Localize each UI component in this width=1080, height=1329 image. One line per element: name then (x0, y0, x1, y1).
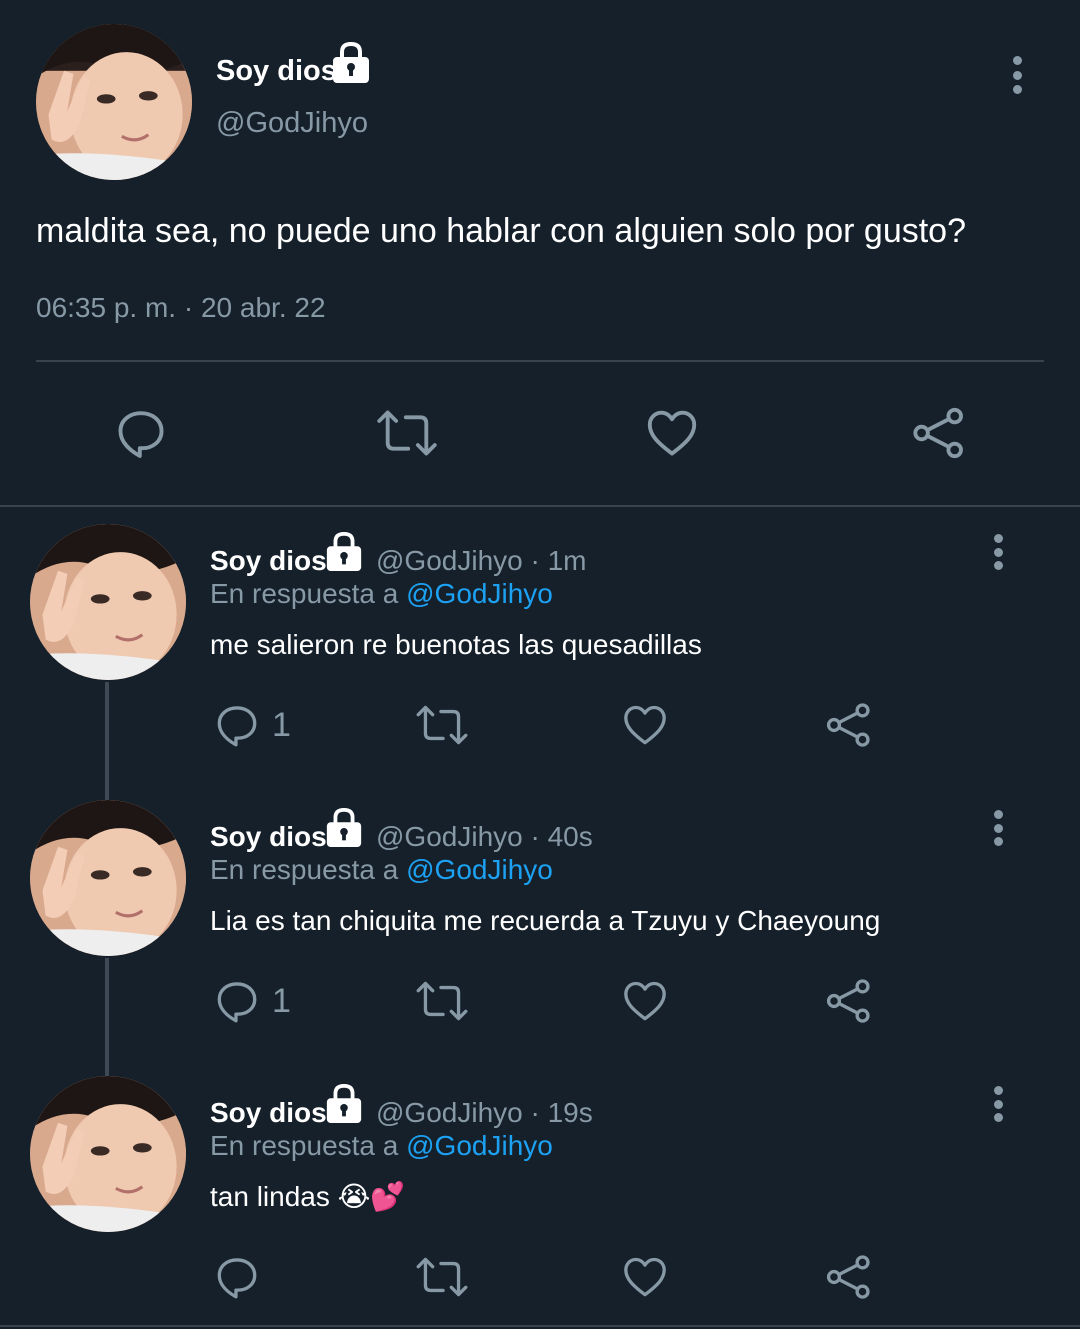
tweet-text: tan lindas 😭💕 (210, 1181, 406, 1212)
section-divider (0, 505, 1080, 507)
more-options-icon[interactable] (986, 810, 1010, 846)
retweet-icon[interactable] (412, 700, 472, 750)
reply-prefix: En respuesta a (210, 578, 399, 609)
display-name[interactable]: Soy dios (216, 54, 337, 88)
reply-count: 1 (272, 706, 291, 744)
display-name[interactable]: Soy dios (210, 821, 327, 853)
share-icon[interactable] (824, 976, 874, 1026)
reply-to-link[interactable]: @GodJihyo (406, 1130, 553, 1161)
avatar[interactable] (36, 24, 192, 180)
tweet-text: maldita sea, no puede uno hablar con alg… (36, 212, 967, 250)
reply-context: En respuesta a @GodJihyo (210, 854, 553, 886)
handle-time: @GodJihyo · 40s (376, 821, 593, 853)
handle[interactable]: @GodJihyo (216, 106, 368, 140)
handle[interactable]: @GodJihyo (376, 821, 523, 852)
retweet-icon[interactable] (372, 404, 442, 462)
like-icon[interactable] (620, 1252, 670, 1302)
avatar[interactable] (30, 524, 186, 680)
handle[interactable]: @GodJihyo (376, 1097, 523, 1128)
avatar-photo (36, 24, 192, 180)
reply-icon[interactable] (212, 976, 262, 1026)
tweet-text: Lia es tan chiquita me recuerda a Tzuyu … (210, 905, 881, 936)
retweet-icon[interactable] (412, 976, 472, 1026)
display-name[interactable]: Soy dios (210, 545, 327, 577)
more-options-icon[interactable] (986, 534, 1010, 570)
avatar-photo (30, 524, 186, 680)
more-options-icon[interactable] (986, 1086, 1010, 1122)
reply-count: 1 (272, 982, 291, 1020)
reply-prefix: En respuesta a (210, 1130, 399, 1161)
reply-context: En respuesta a @GodJihyo (210, 1130, 553, 1162)
avatar-photo (30, 800, 186, 956)
lock-icon (324, 1082, 364, 1129)
reply-to-link[interactable]: @GodJihyo (406, 578, 553, 609)
like-icon[interactable] (620, 700, 670, 750)
avatar[interactable] (30, 800, 186, 956)
like-icon[interactable] (620, 976, 670, 1026)
lock-icon (330, 40, 372, 89)
tweet-time[interactable]: · 40s (531, 821, 593, 852)
display-name[interactable]: Soy dios (210, 1097, 327, 1129)
avatar[interactable] (30, 1076, 186, 1232)
reply-icon[interactable] (212, 700, 262, 750)
thread-line (105, 682, 109, 800)
like-icon[interactable] (642, 404, 702, 462)
tweet-time[interactable]: · 1m (531, 545, 587, 576)
share-icon[interactable] (824, 1252, 874, 1302)
more-options-icon[interactable] (1005, 56, 1029, 94)
bottom-divider (0, 1325, 1080, 1327)
handle-time: @GodJihyo · 1m (376, 545, 587, 577)
divider (36, 360, 1044, 362)
reply-prefix: En respuesta a (210, 854, 399, 885)
lock-icon (324, 806, 364, 853)
share-icon[interactable] (910, 404, 968, 462)
tweet-text: me salieron re buenotas las quesadillas (210, 629, 702, 660)
retweet-icon[interactable] (412, 1252, 472, 1302)
reply-icon[interactable] (112, 404, 170, 462)
reply-to-link[interactable]: @GodJihyo (406, 854, 553, 885)
share-icon[interactable] (824, 700, 874, 750)
lock-icon (324, 530, 364, 577)
reply-icon[interactable] (212, 1252, 262, 1302)
thread-line (105, 958, 109, 1076)
handle[interactable]: @GodJihyo (376, 545, 523, 576)
reply-context: En respuesta a @GodJihyo (210, 578, 553, 610)
tweet-timestamp[interactable]: 06:35 p. m. · 20 abr. 22 (36, 291, 326, 325)
tweet-time[interactable]: · 19s (531, 1097, 593, 1128)
avatar-photo (30, 1076, 186, 1232)
handle-time: @GodJihyo · 19s (376, 1097, 593, 1129)
